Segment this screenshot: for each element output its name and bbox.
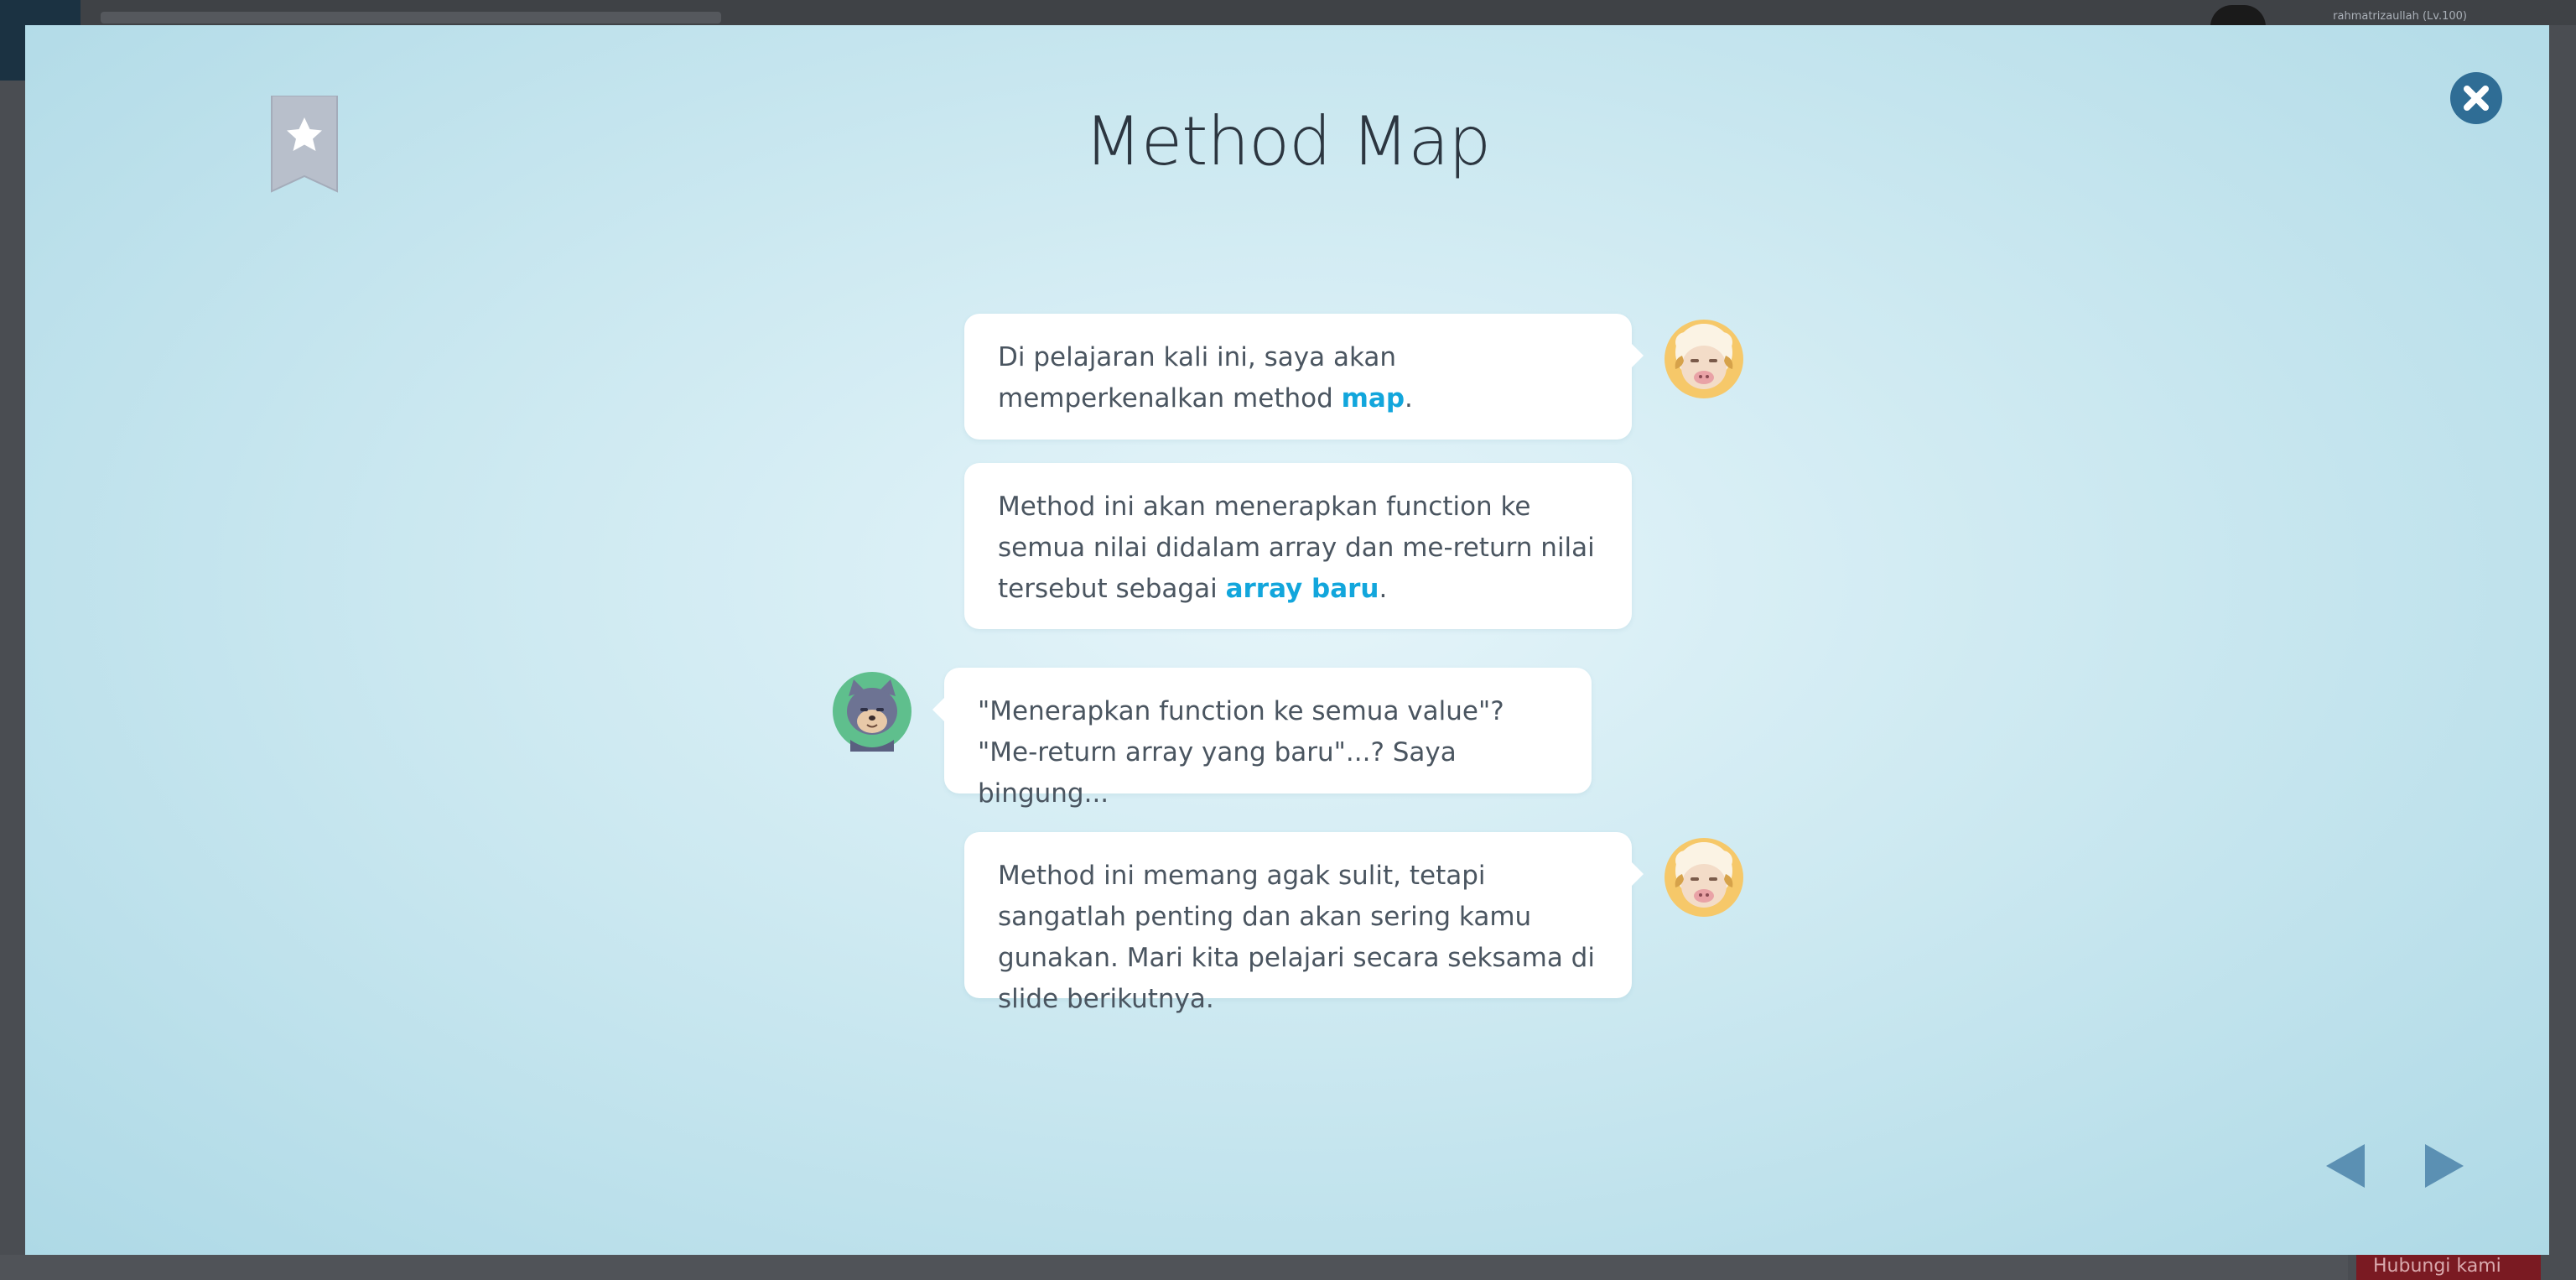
lesson-slide-modal: Method Map Di pelajaran kali ini, saya a… bbox=[25, 25, 2549, 1255]
chat-bubble-mentor-2: Method ini akan menerapkan function ke s… bbox=[964, 463, 1632, 629]
close-icon bbox=[2464, 86, 2489, 111]
bubble-text: Method ini memang agak sulit, tetapi san… bbox=[998, 861, 1595, 1014]
slide-title: Method Map bbox=[1083, 102, 1491, 180]
sheep-icon bbox=[1665, 838, 1743, 917]
arrow-left-icon bbox=[2326, 1144, 2365, 1188]
background-contact-button: Hubungi kami bbox=[2356, 1253, 2541, 1280]
sheep-icon bbox=[1665, 320, 1743, 398]
previous-slide-button[interactable] bbox=[2323, 1141, 2366, 1191]
background-search-bar bbox=[101, 12, 721, 23]
sheep-mentor-avatar bbox=[1664, 837, 1744, 918]
arrow-right-icon bbox=[2425, 1144, 2464, 1188]
background-bottom-strip bbox=[0, 1255, 2348, 1280]
bubble-text: . bbox=[1379, 574, 1388, 604]
sheep-mentor-avatar bbox=[1664, 319, 1744, 399]
background-user-label: rahmatrizaullah (Lv.100) bbox=[2333, 10, 2467, 23]
chat-bubble-mentor-1: Di pelajaran kali ini, saya akan memperk… bbox=[964, 314, 1644, 440]
close-button[interactable] bbox=[2450, 72, 2502, 124]
chat-bubble-student-1: "Menerapkan function ke semua value"? "M… bbox=[932, 668, 1592, 809]
bubble-highlight: array baru bbox=[1225, 574, 1379, 604]
bubble-text: . bbox=[1405, 383, 1413, 414]
next-slide-button[interactable] bbox=[2423, 1141, 2467, 1191]
cat-icon bbox=[833, 672, 911, 752]
bubble-highlight: map bbox=[1341, 383, 1405, 414]
bubble-text: Di pelajaran kali ini, saya akan memperk… bbox=[998, 342, 1397, 414]
cat-student-avatar bbox=[832, 671, 912, 752]
bubble-text: "Menerapkan function ke semua value"? "M… bbox=[978, 696, 1504, 809]
chat-bubble-mentor-3: Method ini memang agak sulit, tetapi san… bbox=[964, 832, 1644, 1014]
